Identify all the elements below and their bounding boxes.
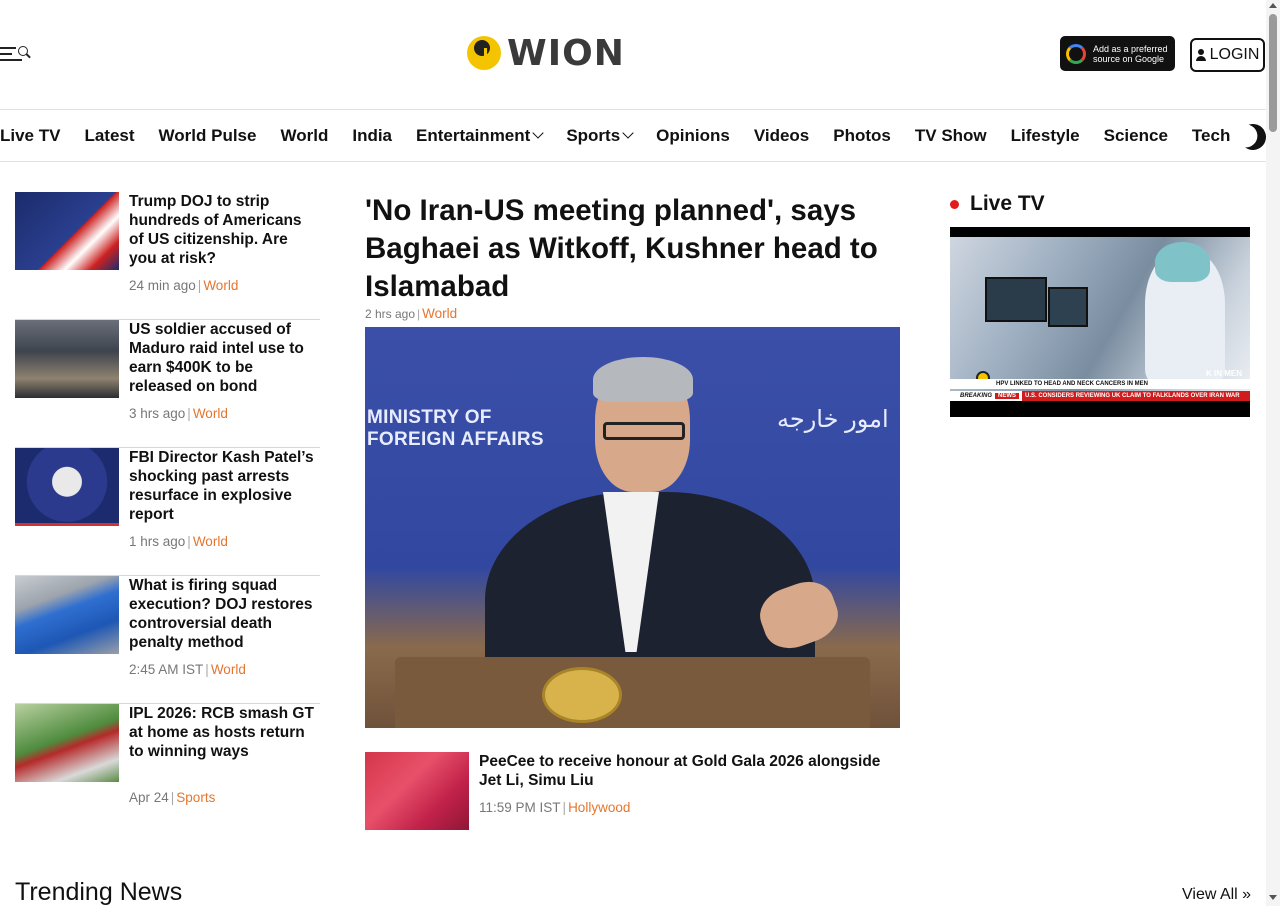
live-dot-icon [950, 199, 959, 209]
side-story[interactable]: Trump DOJ to strip hundreds of Americans… [15, 192, 320, 320]
story-time: 3 hrs ago [129, 406, 186, 421]
main-story-title[interactable]: 'No Iran-US meeting planned', says Bagha… [365, 192, 905, 306]
main-nav: Live TV Latest World Pulse World India E… [0, 110, 1266, 162]
story-meta: 2:45 AM IST | World [129, 662, 246, 677]
main-story-meta: 2 hrs ago | World [365, 306, 458, 321]
story-time: 24 min ago [129, 278, 196, 293]
story-thumbnail[interactable] [15, 576, 119, 654]
story-time: 1 hrs ago [129, 534, 186, 549]
story-time: 2:45 AM IST [129, 662, 204, 677]
image-caption-text: MINISTRY OF FOREIGN AFFAIRS [367, 407, 544, 450]
nav-item-live-tv[interactable]: Live TV [0, 126, 60, 146]
story-title[interactable]: IPL 2026: RCB smash GT at home as hosts … [129, 704, 319, 761]
secondary-story-title[interactable]: PeeCee to receive honour at Gold Gala 20… [479, 752, 904, 790]
site-header: WION Add as a preferred source on Google… [0, 0, 1266, 110]
ticker-tag: K IN MEN [1206, 369, 1242, 378]
story-time: 11:59 PM IST [479, 800, 561, 815]
side-story[interactable]: IPL 2026: RCB smash GT at home as hosts … [15, 704, 320, 832]
side-story-list: Trump DOJ to strip hundreds of Americans… [15, 192, 320, 832]
main-story-image[interactable]: MINISTRY OF FOREIGN AFFAIRS امور خارجه [365, 327, 900, 728]
nav-item-science[interactable]: Science [1104, 126, 1168, 146]
live-tv-label: Live TV [970, 192, 1045, 215]
story-category[interactable]: World [193, 534, 228, 549]
live-tv-heading: Live TV [950, 192, 1045, 216]
logo-text: WION [507, 32, 625, 74]
wion-logo[interactable]: WION [467, 32, 625, 74]
story-meta: Apr 24 | Sports [129, 790, 216, 805]
story-thumbnail[interactable] [15, 448, 119, 526]
story-time: Apr 24 [129, 790, 169, 805]
scroll-thumb[interactable] [1269, 14, 1277, 132]
story-meta: 1 hrs ago | World [129, 534, 228, 549]
story-thumbnail[interactable] [15, 192, 119, 270]
page-scrollbar[interactable] [1266, 0, 1280, 906]
google-icon [1066, 43, 1086, 64]
side-story[interactable]: What is firing squad execution? DOJ rest… [15, 576, 320, 704]
side-story[interactable]: FBI Director Kash Patel’s shocking past … [15, 448, 320, 576]
nav-item-tv-show[interactable]: TV Show [915, 126, 987, 146]
story-category[interactable]: Sports [176, 790, 215, 805]
nav-item-latest[interactable]: Latest [84, 126, 134, 146]
user-icon [1195, 49, 1206, 61]
story-thumbnail[interactable] [15, 704, 119, 782]
story-category[interactable]: Hollywood [568, 800, 630, 815]
story-category[interactable]: World [193, 406, 228, 421]
wion-logo-icon [467, 36, 501, 70]
breaking-ticker: BREAKING NEWS U.S. CONSIDERS REVIEWING U… [950, 391, 1250, 401]
scroll-up-icon[interactable] [1269, 3, 1277, 8]
nav-item-sports[interactable]: Sports [566, 126, 634, 146]
story-time: 2 hrs ago [365, 307, 416, 321]
nav-item-world[interactable]: World [280, 126, 328, 146]
story-title[interactable]: What is firing squad execution? DOJ rest… [129, 576, 319, 652]
story-title[interactable]: Trump DOJ to strip hundreds of Americans… [129, 192, 319, 268]
story-meta: 3 hrs ago | World [129, 406, 228, 421]
nav-item-tech[interactable]: Tech [1192, 126, 1230, 146]
google-badge-text: Add as a preferred source on Google [1093, 43, 1168, 64]
emblem-icon [542, 667, 622, 723]
nav-item-lifestyle[interactable]: Lifestyle [1011, 126, 1080, 146]
view-all-link[interactable]: View All » [1182, 886, 1251, 904]
nav-item-india[interactable]: India [352, 126, 392, 146]
story-category[interactable]: World [203, 278, 238, 293]
chevron-down-icon [622, 127, 634, 139]
nav-item-entertainment[interactable]: Entertainment [416, 126, 544, 146]
scroll-down-icon[interactable] [1269, 895, 1277, 900]
live-tv-player[interactable]: K IN MEN HPV LINKED TO HEAD AND NECK CAN… [950, 227, 1250, 417]
nav-item-photos[interactable]: Photos [833, 126, 891, 146]
story-title[interactable]: US soldier accused of Maduro raid intel … [129, 320, 319, 396]
google-preferred-source-badge[interactable]: Add as a preferred source on Google [1060, 36, 1175, 71]
side-story[interactable]: US soldier accused of Maduro raid intel … [15, 320, 320, 448]
story-thumbnail[interactable] [365, 752, 469, 830]
story-meta: 24 min ago | World [129, 278, 239, 293]
nav-item-world-pulse[interactable]: World Pulse [159, 126, 257, 146]
image-script-text: امور خارجه [777, 406, 889, 433]
trending-news-heading: Trending News [15, 878, 183, 906]
ticker-line: HPV LINKED TO HEAD AND NECK CANCERS IN M… [950, 379, 1250, 389]
chevron-down-icon [532, 127, 544, 139]
nav-item-opinions[interactable]: Opinions [656, 126, 730, 146]
story-category[interactable]: World [211, 662, 246, 677]
story-title[interactable]: FBI Director Kash Patel’s shocking past … [129, 448, 319, 524]
login-button[interactable]: LOGIN [1190, 38, 1265, 72]
menu-search-icon[interactable] [0, 44, 32, 64]
login-label: LOGIN [1209, 46, 1260, 63]
secondary-story-meta: 11:59 PM IST | Hollywood [479, 800, 631, 815]
story-thumbnail[interactable] [15, 320, 119, 398]
story-category[interactable]: World [422, 306, 457, 321]
nav-item-videos[interactable]: Videos [754, 126, 809, 146]
